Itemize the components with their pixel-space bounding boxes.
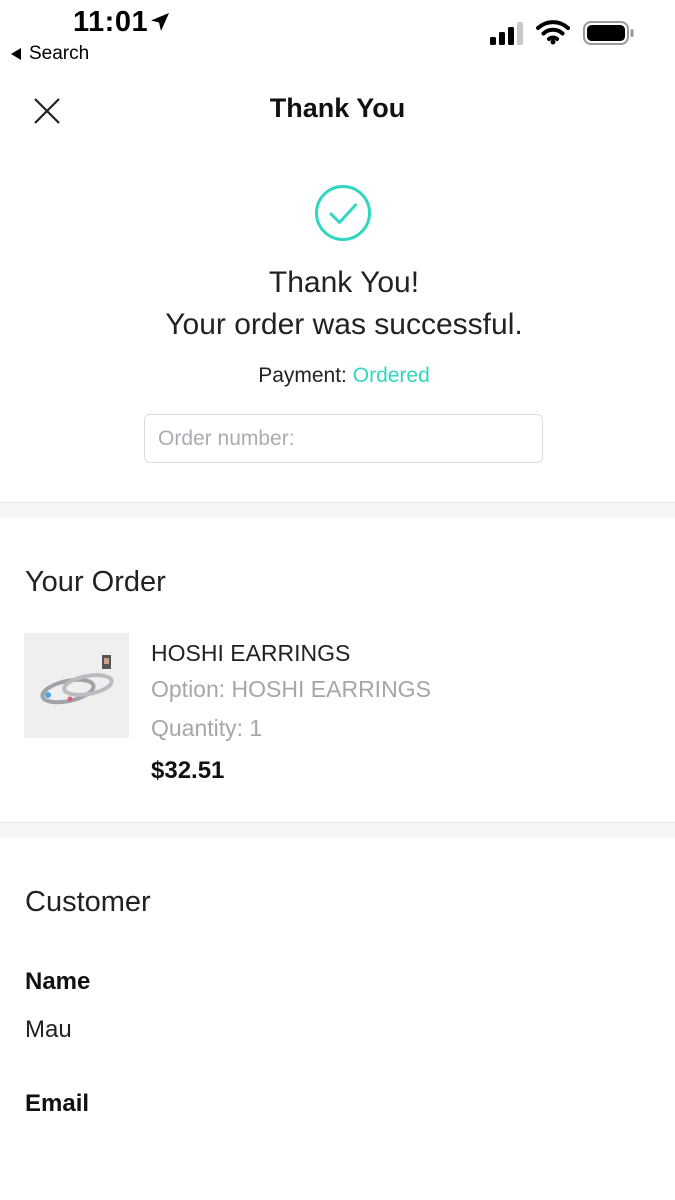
payment-status-row: Payment: Ordered bbox=[0, 364, 675, 388]
section-divider bbox=[0, 502, 675, 518]
battery-icon bbox=[583, 21, 634, 45]
order-success-message: Your order was successful. bbox=[165, 308, 523, 341]
status-time: 11:01 bbox=[73, 6, 149, 38]
product-name: HOSHI EARRINGS bbox=[151, 640, 351, 666]
customer-heading: Customer bbox=[25, 886, 151, 918]
payment-status-value: Ordered bbox=[352, 364, 430, 387]
rings-image bbox=[24, 633, 129, 738]
status-bar: 11:01 Search bbox=[0, 0, 675, 70]
back-to-search-link[interactable]: Search bbox=[11, 43, 89, 65]
thank-you-heading: Thank You! bbox=[268, 266, 420, 299]
back-triangle-icon bbox=[11, 48, 21, 60]
product-price: $32.51 bbox=[151, 757, 225, 784]
product-image[interactable] bbox=[24, 633, 129, 738]
signal-icon bbox=[490, 22, 523, 45]
section-divider bbox=[0, 822, 675, 838]
payment-label: Payment: bbox=[258, 364, 347, 387]
location-arrow-icon bbox=[151, 13, 169, 31]
wifi-icon bbox=[536, 20, 570, 45]
order-number-field[interactable] bbox=[144, 414, 543, 463]
page-title: Thank You bbox=[269, 93, 406, 123]
name-value: Mau bbox=[25, 1016, 72, 1043]
email-label: Email bbox=[25, 1090, 90, 1117]
name-label: Name bbox=[25, 968, 91, 995]
product-quantity: Quantity: 1 bbox=[151, 715, 263, 741]
check-circle-icon bbox=[315, 185, 371, 241]
back-search-label: Search bbox=[29, 43, 90, 64]
your-order-heading: Your Order bbox=[25, 566, 166, 598]
product-option: Option: HOSHI EARRINGS bbox=[151, 676, 431, 702]
